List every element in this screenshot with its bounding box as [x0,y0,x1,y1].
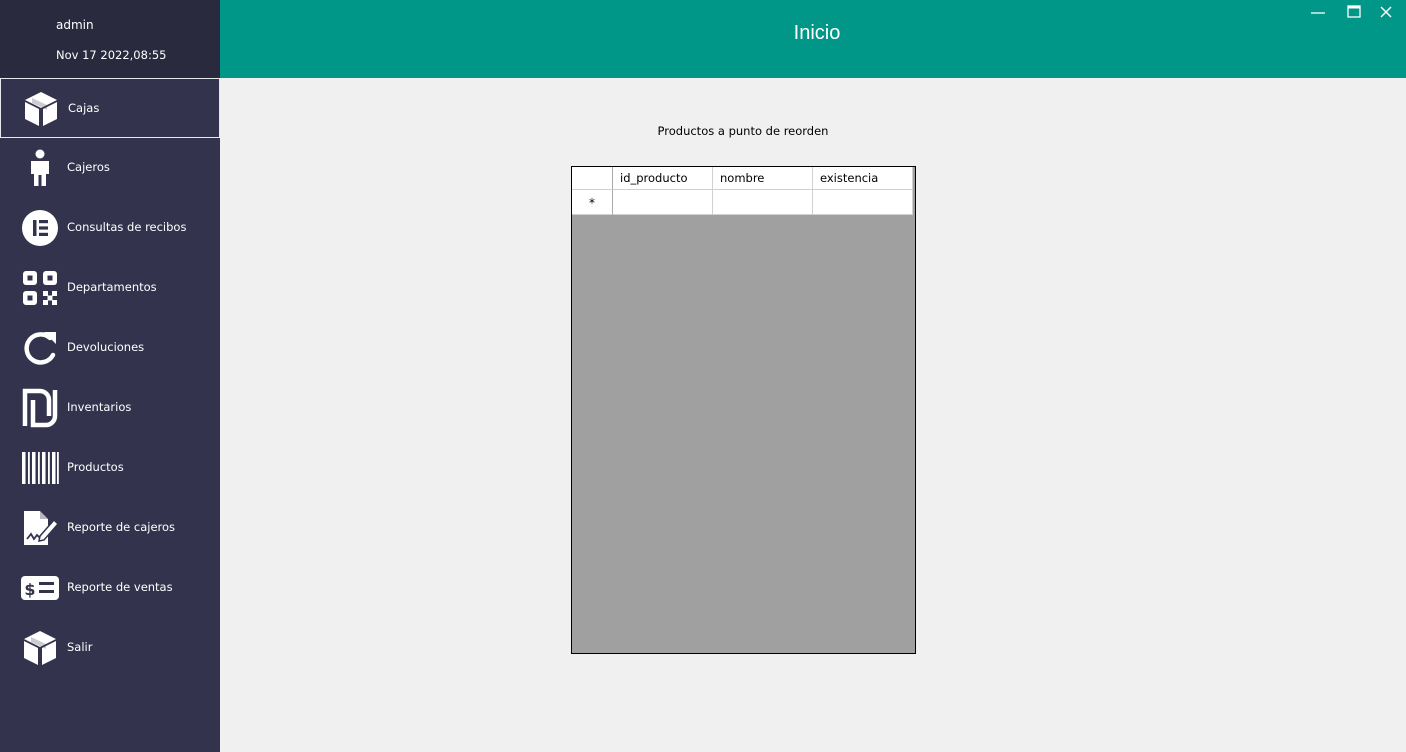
sidebar-item-productos[interactable]: Productos [0,438,220,498]
new-row-cell-nombre[interactable] [713,190,813,215]
sidebar-item-inventarios[interactable]: Inventarios [0,378,220,438]
barcode-icon [20,448,60,488]
new-row-cell-existencia[interactable] [813,190,913,215]
maximize-icon [1347,5,1361,18]
sidebar-item-label: Reporte de ventas [67,580,173,594]
sidebar-item-label: Salir [67,640,93,654]
sidebar-item-label: Consultas de recibos [67,220,187,234]
refresh-icon [20,328,60,368]
sidebar-item-label: Cajeros [67,160,110,174]
sidebar-item-label: Reporte de cajeros [67,520,176,534]
qr-code-icon [20,268,60,308]
sidebar-item-departamentos[interactable]: Departamentos [0,258,220,318]
column-header-id-producto[interactable]: id_producto [613,167,713,190]
box-icon [21,89,61,129]
svg-text:$: $ [24,580,35,599]
sidebar-item-label: Departamentos [67,280,157,294]
sidebar-item-label: Productos [67,460,124,474]
new-row-marker[interactable]: * [572,190,613,215]
sidebar-item-devoluciones[interactable]: Devoluciones [0,318,220,378]
money-check-icon: $ [20,568,60,608]
header-bar: Inicio [220,0,1406,78]
shekel-icon [20,388,60,428]
signature-icon [20,508,60,548]
sidebar-item-cajeros[interactable]: Cajeros [0,138,220,198]
sidebar-item-consultas-de-recibos[interactable]: Consultas de recibos [0,198,220,258]
sidebar-item-reporte-de-cajeros[interactable]: Reporte de cajeros [0,498,220,558]
column-header-existencia[interactable]: existencia [813,167,913,190]
sidebar-item-salir[interactable]: Salir [0,618,220,678]
sidebar-nav: Cajas Cajeros Consultas de recibos Depar… [0,78,220,678]
close-icon [1380,6,1392,18]
user-name: admin [56,18,94,32]
sidebar: admin Nov 17 2022,08:55 Cajas Cajeros Co… [0,0,220,752]
sidebar-item-cajas[interactable]: Cajas [0,78,220,138]
sidebar-item-label: Inventarios [67,400,132,414]
grid-title: Productos a punto de reorden [657,124,829,138]
minimize-button[interactable] [1303,2,1333,24]
elementor-icon [20,208,60,248]
sidebar-item-label: Devoluciones [67,340,145,354]
sidebar-item-reporte-de-ventas[interactable]: $ Reporte de ventas [0,558,220,618]
sidebar-item-label: Cajas [68,101,100,115]
page-title: Inicio [793,22,841,44]
person-icon [20,148,60,188]
new-row-cell-id-producto[interactable] [613,190,713,215]
box-icon [20,628,60,668]
grid-corner-header[interactable] [572,167,613,190]
minimize-icon [1311,12,1325,14]
column-header-nombre[interactable]: nombre [713,167,813,190]
user-datetime: Nov 17 2022,08:55 [56,48,167,62]
maximize-button[interactable] [1339,2,1369,24]
user-panel: admin Nov 17 2022,08:55 [0,0,220,78]
close-button[interactable] [1371,2,1401,24]
products-grid[interactable]: id_producto nombre existencia * [571,166,916,654]
